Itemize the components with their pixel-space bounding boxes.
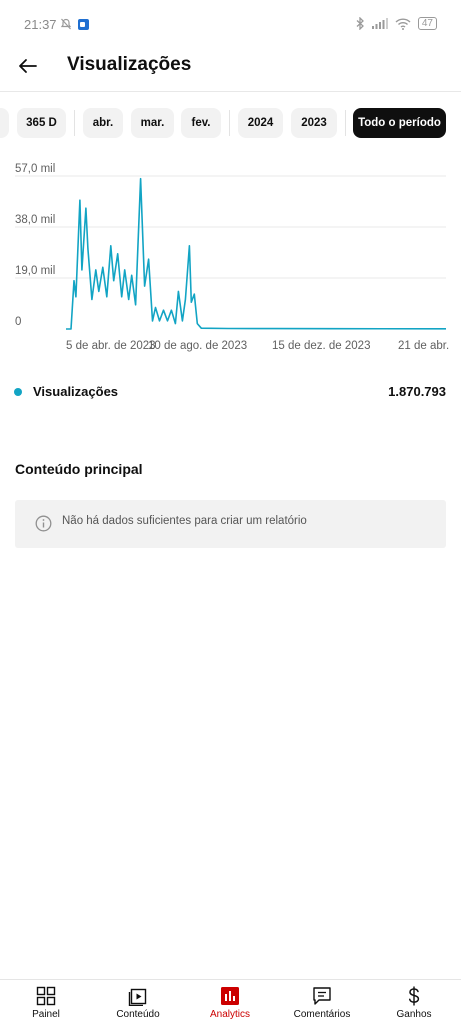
- content-icon: [128, 988, 147, 1006]
- nav-item-ganhos[interactable]: Ganhos: [368, 980, 460, 1024]
- y-tick-label: 38,0 mil: [15, 214, 55, 226]
- chart-legend: Visualizações 1.870.793: [14, 384, 446, 402]
- chip-april[interactable]: abr.: [83, 108, 123, 138]
- arrow-back-icon: [19, 59, 37, 73]
- x-tick-label: 15 de dez. de 2023: [272, 340, 370, 352]
- x-tick-label: 10 de ago. de 2023: [148, 340, 247, 352]
- bluetooth-icon: [356, 17, 364, 30]
- notifications-off-icon: [60, 18, 72, 30]
- x-tick-label: 5 de abr. de 2023: [66, 340, 156, 352]
- x-tick-label: 21 de abr.: [398, 340, 449, 352]
- battery-indicator: 47: [417, 17, 437, 30]
- app-bar: Visualizações: [0, 40, 461, 92]
- chip-february[interactable]: fev.: [181, 108, 221, 138]
- nav-label: Ganhos: [396, 1009, 432, 1020]
- period-filter-chips: 365 D abr. mar. fev. 2024 2023 Todo o pe…: [0, 108, 461, 138]
- chip-divider: [74, 110, 75, 136]
- nav-item-painel[interactable]: Painel: [0, 980, 92, 1024]
- outlook-icon: [78, 18, 89, 30]
- dashboard-icon: [36, 986, 56, 1006]
- chip-all-time[interactable]: Todo o período: [353, 108, 446, 138]
- chip-2023[interactable]: 2023: [291, 108, 337, 138]
- wifi-icon: [395, 17, 411, 30]
- chip-divider: [229, 110, 230, 136]
- chip-divider: [345, 110, 346, 136]
- views-line-chart: 57,0 mil 38,0 mil 19,0 mil 0 5 de abr. de 2…: [15, 163, 449, 352]
- empty-report-message: Não há dados suficientes para criar um r…: [62, 515, 307, 527]
- earnings-icon: [408, 986, 420, 1006]
- chart-series-line: [66, 177, 447, 330]
- y-tick-label: 19,0 mil: [15, 265, 55, 277]
- empty-report-notice: Não há dados suficientes para criar um r…: [15, 500, 446, 548]
- signal-icon: [371, 18, 388, 29]
- chip-previous-partial[interactable]: [0, 108, 9, 138]
- nav-label: Comentários: [293, 1009, 351, 1020]
- nav-label: Analytics: [209, 1009, 250, 1020]
- analytics-icon: [221, 987, 239, 1005]
- y-tick-label: 0: [15, 316, 21, 328]
- nav-label: Conteúdo: [116, 1009, 160, 1020]
- nav-label: Painel: [32, 1009, 60, 1020]
- page-title: Visualizações: [67, 54, 192, 75]
- legend-metric-value: 1.870.793: [388, 384, 446, 399]
- info-icon: [35, 515, 52, 532]
- comments-icon: [313, 987, 331, 1005]
- nav-item-analytics[interactable]: Analytics: [184, 980, 276, 1024]
- chip-march[interactable]: mar.: [131, 108, 174, 138]
- chip-2024[interactable]: 2024: [238, 108, 283, 138]
- bottom-navigation: Painel Conteúdo Analytics Comentários Ga…: [0, 979, 461, 1024]
- status-bar: 21:37 47: [0, 0, 461, 40]
- status-time: 21:37: [24, 17, 57, 32]
- legend-metric-label: Visualizações: [33, 384, 119, 399]
- y-tick-label: 57,0 mil: [15, 163, 55, 175]
- nav-item-conteudo[interactable]: Conteúdo: [92, 980, 184, 1024]
- legend-dot: [14, 388, 22, 396]
- top-content-title: Conteúdo principal: [15, 461, 143, 477]
- nav-item-comentarios[interactable]: Comentários: [276, 980, 368, 1024]
- back-button[interactable]: [14, 52, 42, 80]
- chip-365d[interactable]: 365 D: [17, 108, 66, 138]
